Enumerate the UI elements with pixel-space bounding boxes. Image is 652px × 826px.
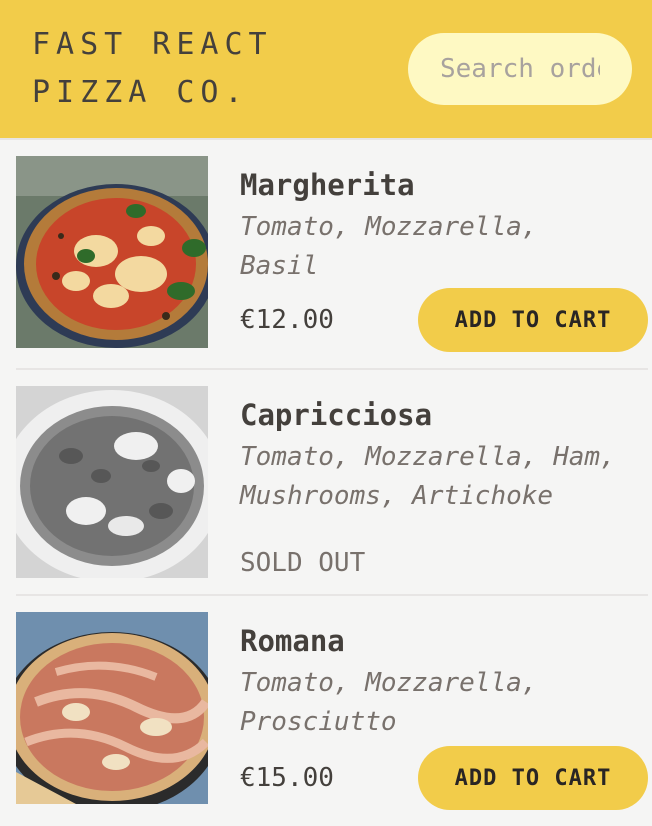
add-to-cart-button[interactable]: ADD TO CART [418, 746, 648, 810]
sold-out-label: SOLD OUT [240, 548, 366, 578]
pizza-price: €15.00 [240, 763, 334, 793]
item-info: Romana Tomato, Mozzarella, Prosciutto €1… [240, 612, 648, 810]
pizza-price: €12.00 [240, 305, 334, 335]
item-info: Margherita Tomato, Mozzarella, Basil €12… [240, 156, 648, 352]
app-header: FAST REACT PIZZA CO. [0, 0, 652, 140]
item-footer: €12.00 ADD TO CART [240, 288, 648, 352]
pizza-name: Capricciosa [240, 398, 433, 432]
add-to-cart-button[interactable]: ADD TO CART [418, 288, 648, 352]
pizza-image [16, 156, 208, 348]
menu-item: Margherita Tomato, Mozzarella, Basil €12… [16, 140, 648, 370]
item-info: Capricciosa Tomato, Mozzarella, Ham, Mus… [240, 386, 648, 578]
pizza-name: Margherita [240, 168, 415, 202]
menu-item: Romana Tomato, Mozzarella, Prosciutto €1… [16, 596, 648, 826]
pizza-ingredients: Tomato, Mozzarella, Prosciutto [240, 668, 538, 737]
pizza-ingredients: Tomato, Mozzarella, Ham, Mushrooms, Arti… [240, 442, 616, 511]
menu-list: Margherita Tomato, Mozzarella, Basil €12… [0, 140, 652, 826]
pizza-image [16, 612, 208, 804]
pizza-ingredients: Tomato, Mozzarella, Basil [240, 212, 538, 281]
search-input[interactable] [408, 33, 632, 105]
item-footer: SOLD OUT [240, 548, 648, 578]
pizza-name: Romana [240, 624, 345, 658]
menu-item: Capricciosa Tomato, Mozzarella, Ham, Mus… [16, 370, 648, 596]
item-footer: €15.00 ADD TO CART [240, 746, 648, 810]
pizza-image [16, 386, 208, 578]
brand-logo[interactable]: FAST REACT PIZZA CO. [32, 21, 392, 117]
